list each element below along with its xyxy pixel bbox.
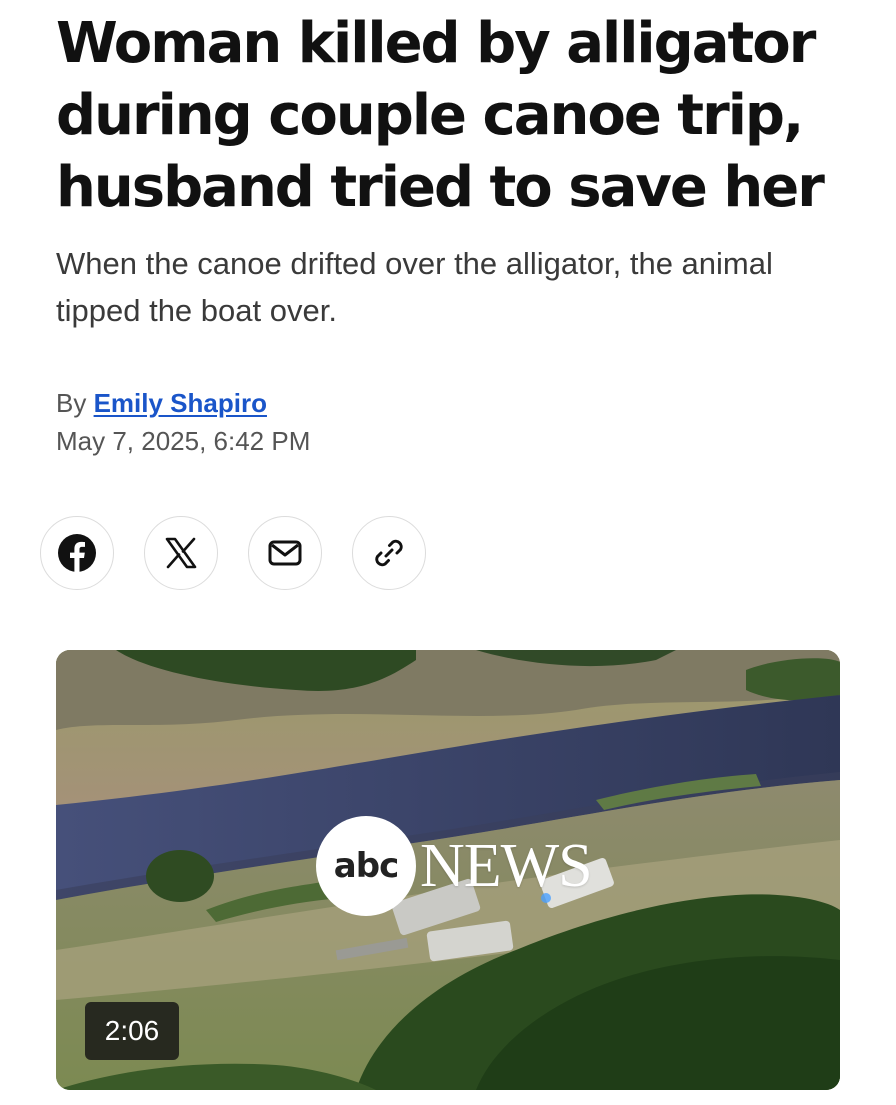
link-icon	[371, 535, 407, 571]
article-subheadline: When the canoe drifted over the alligato…	[56, 246, 773, 328]
abc-news-logo: abc NEWS	[316, 816, 616, 916]
video-duration-badge: 2:06	[85, 1002, 179, 1060]
author-link[interactable]: Emily Shapiro	[94, 388, 267, 418]
copy-link-button[interactable]	[352, 516, 426, 590]
news-logo-text: NEWS	[420, 832, 593, 900]
email-icon	[268, 539, 302, 567]
share-facebook-button[interactable]	[40, 516, 114, 590]
byline: By Emily Shapiro	[56, 388, 267, 419]
share-email-button[interactable]	[248, 516, 322, 590]
share-buttons	[40, 516, 440, 592]
abc-logo-text: abc	[333, 846, 399, 886]
video-player[interactable]: abc NEWS 2:06	[56, 650, 840, 1090]
share-x-button[interactable]	[144, 516, 218, 590]
x-icon	[164, 536, 198, 570]
facebook-icon	[57, 533, 97, 573]
byline-prefix: By	[56, 388, 87, 418]
publish-date: May 7, 2025, 6:42 PM	[56, 426, 311, 456]
article-headline: Woman killed by alligator during couple …	[56, 11, 825, 220]
abc-logo-circle: abc	[316, 816, 416, 916]
